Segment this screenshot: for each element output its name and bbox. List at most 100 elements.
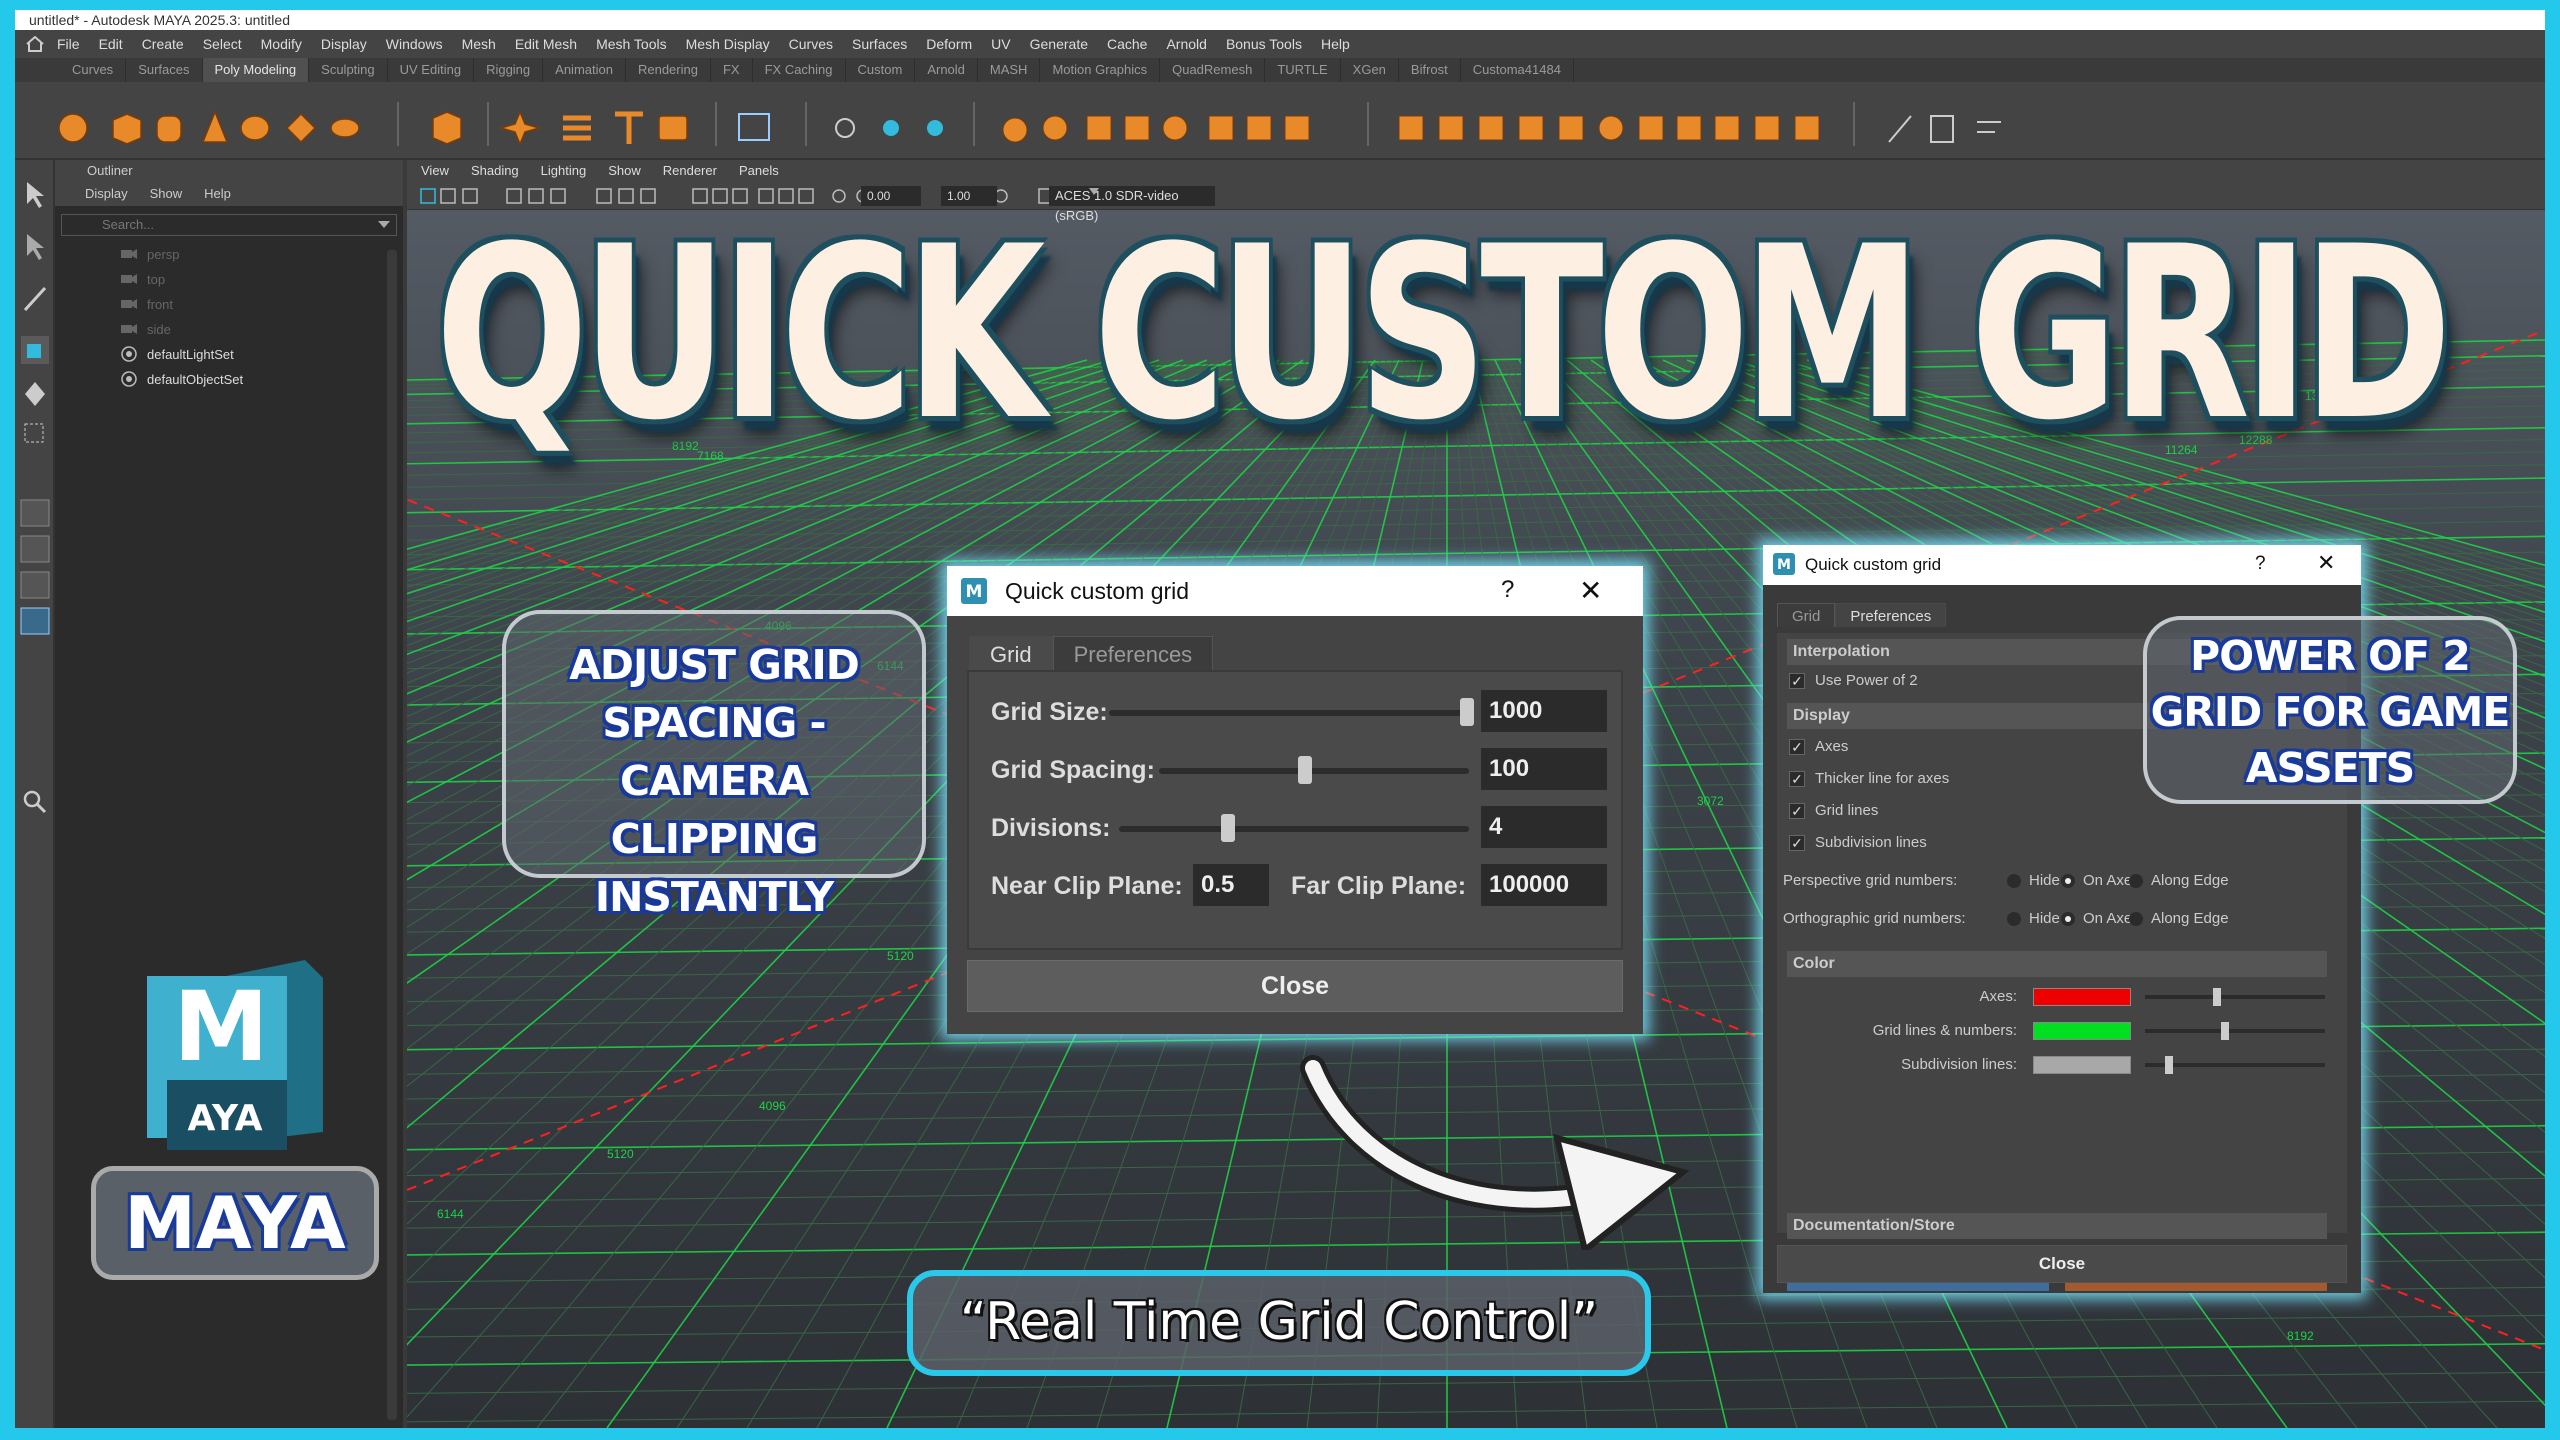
outliner-search-input[interactable]: Search... <box>61 214 397 236</box>
slider-handle[interactable] <box>2220 1022 2229 1040</box>
vp-menu-renderer[interactable]: Renderer <box>663 160 717 182</box>
grid-color-slider[interactable] <box>2145 1022 2325 1040</box>
menu-curves[interactable]: Curves <box>789 36 833 52</box>
slider-handle[interactable] <box>1297 756 1312 784</box>
subdivision-color-swatch[interactable] <box>2033 1056 2131 1074</box>
shelf-tab-mash[interactable]: MASH <box>978 58 1041 82</box>
shelf-tab-arnold[interactable]: Arnold <box>915 58 978 82</box>
close-button[interactable]: Close <box>1777 1245 2347 1283</box>
persp-radio-along-edge[interactable]: Along Edge <box>2129 871 2229 891</box>
grid-spacing-field[interactable]: 100 <box>1481 748 1607 790</box>
shelf-tab-customa41484[interactable]: Customa41484 <box>1461 58 1574 82</box>
menu-generate[interactable]: Generate <box>1030 36 1088 52</box>
menu-select[interactable]: Select <box>203 36 242 52</box>
shelf-tab-fx[interactable]: FX <box>711 58 753 82</box>
checkbox-check-icon[interactable]: ✓ <box>1789 835 1805 851</box>
grid-lines-checkbox[interactable]: ✓ Grid lines <box>1789 801 1878 821</box>
outliner-item-persp[interactable]: persp <box>55 242 403 267</box>
shelf-tab-uv-editing[interactable]: UV Editing <box>388 58 475 82</box>
close-icon[interactable]: ✕ <box>2317 550 2335 576</box>
menu-arnold[interactable]: Arnold <box>1166 36 1206 52</box>
shelf-tab-fx-caching[interactable]: FX Caching <box>753 58 846 82</box>
menu-surfaces[interactable]: Surfaces <box>852 36 907 52</box>
subdivision-lines-checkbox[interactable]: ✓ Subdivision lines <box>1789 833 1927 853</box>
menu-create[interactable]: Create <box>142 36 184 52</box>
slider-handle[interactable] <box>1220 814 1235 842</box>
shelf-tab-curves[interactable]: Curves <box>60 58 127 82</box>
menu-edit[interactable]: Edit <box>99 36 123 52</box>
chevron-down-icon[interactable] <box>378 221 390 228</box>
menu-windows[interactable]: Windows <box>386 36 443 52</box>
outliner-item-defaultlightset[interactable]: defaultLightSet <box>55 342 403 367</box>
search-icon[interactable] <box>21 788 49 816</box>
shelf-tab-bifrost[interactable]: Bifrost <box>1399 58 1461 82</box>
radio-dot-icon[interactable] <box>2129 874 2143 888</box>
menu-file[interactable]: File <box>57 36 80 52</box>
tab-preferences[interactable]: Preferences <box>1835 603 1947 627</box>
outliner-item-defaultobjectset[interactable]: defaultObjectSet <box>55 367 403 392</box>
menu-mesh-tools[interactable]: Mesh Tools <box>596 36 667 52</box>
radio-dot-icon[interactable] <box>2129 912 2143 926</box>
shelf-tab-quadremesh[interactable]: QuadRemesh <box>1160 58 1266 82</box>
shelf-tab-motion-graphics[interactable]: Motion Graphics <box>1040 58 1161 82</box>
radio-dot-icon[interactable] <box>2061 912 2075 926</box>
menu-modify[interactable]: Modify <box>261 36 302 52</box>
ortho-radio-hide[interactable]: Hide <box>2007 909 2060 929</box>
checkbox-check-icon[interactable]: ✓ <box>1789 739 1805 755</box>
persp-radio-hide[interactable]: Hide <box>2007 871 2060 891</box>
home-icon[interactable] <box>25 36 45 52</box>
subdivision-color-slider[interactable] <box>2145 1056 2325 1074</box>
vp-menu-panels[interactable]: Panels <box>739 160 779 182</box>
grid-spacing-slider[interactable] <box>1159 756 1469 784</box>
help-button[interactable]: ? <box>1501 576 1514 604</box>
shelf-tab-sculpting[interactable]: Sculpting <box>309 58 388 82</box>
axes-color-slider[interactable] <box>2145 988 2325 1006</box>
tab-grid[interactable]: Grid <box>969 636 1053 670</box>
menu-edit-mesh[interactable]: Edit Mesh <box>515 36 577 52</box>
outliner-item-top[interactable]: top <box>55 267 403 292</box>
grid-color-swatch[interactable] <box>2033 1022 2131 1040</box>
persp-radio-on-axes[interactable]: On Axes <box>2061 871 2140 891</box>
axes-color-swatch[interactable] <box>2033 988 2131 1006</box>
menu-mesh-display[interactable]: Mesh Display <box>686 36 770 52</box>
shelf-tab-rigging[interactable]: Rigging <box>474 58 544 82</box>
vp-menu-view[interactable]: View <box>421 160 449 182</box>
menu-uv[interactable]: UV <box>991 36 1010 52</box>
shelf-tab-xgen[interactable]: XGen <box>1341 58 1399 82</box>
ortho-radio-on-axes[interactable]: On Axes <box>2061 909 2140 929</box>
menu-display[interactable]: Display <box>321 36 367 52</box>
shelf-tab-poly-modeling[interactable]: Poly Modeling <box>202 58 310 82</box>
menu-mesh[interactable]: Mesh <box>462 36 496 52</box>
shelf-tab-custom[interactable]: Custom <box>846 58 916 82</box>
tab-grid[interactable]: Grid <box>1777 603 1836 627</box>
slider-handle[interactable] <box>2213 988 2222 1006</box>
close-button[interactable]: Close <box>967 960 1623 1012</box>
slider-handle[interactable] <box>2164 1056 2173 1074</box>
radio-dot-icon[interactable] <box>2007 874 2021 888</box>
shelf-tab-animation[interactable]: Animation <box>543 58 626 82</box>
radio-dot-icon[interactable] <box>2061 874 2075 888</box>
checkbox-check-icon[interactable]: ✓ <box>1789 803 1805 819</box>
outliner-menu-help[interactable]: Help <box>204 182 231 206</box>
close-icon[interactable]: ✕ <box>1579 574 1602 607</box>
chevron-down-icon[interactable] <box>1089 188 1099 195</box>
grid-size-field[interactable]: 1000 <box>1481 690 1607 732</box>
divisions-field[interactable]: 4 <box>1481 806 1607 848</box>
outliner-scrollbar[interactable] <box>387 250 397 1420</box>
thicker-axes-checkbox[interactable]: ✓ Thicker line for axes <box>1789 769 1949 789</box>
grid-size-slider[interactable] <box>1109 698 1475 726</box>
outliner-item-front[interactable]: front <box>55 292 403 317</box>
menu-cache[interactable]: Cache <box>1107 36 1147 52</box>
tab-preferences[interactable]: Preferences <box>1052 636 1214 670</box>
outliner-menu-display[interactable]: Display <box>85 182 128 206</box>
checkbox-check-icon[interactable]: ✓ <box>1789 771 1805 787</box>
outliner-item-side[interactable]: side <box>55 317 403 342</box>
vp-menu-lighting[interactable]: Lighting <box>541 160 587 182</box>
ortho-radio-along-edge[interactable]: Along Edge <box>2129 909 2229 929</box>
checkbox-check-icon[interactable]: ✓ <box>1789 673 1805 689</box>
slider-handle[interactable] <box>1460 698 1475 726</box>
axes-checkbox[interactable]: ✓ Axes <box>1789 737 1848 757</box>
divisions-slider[interactable] <box>1119 814 1469 842</box>
use-power-of-2-checkbox[interactable]: ✓ Use Power of 2 <box>1789 671 1918 691</box>
menu-bonus-tools[interactable]: Bonus Tools <box>1226 36 1302 52</box>
